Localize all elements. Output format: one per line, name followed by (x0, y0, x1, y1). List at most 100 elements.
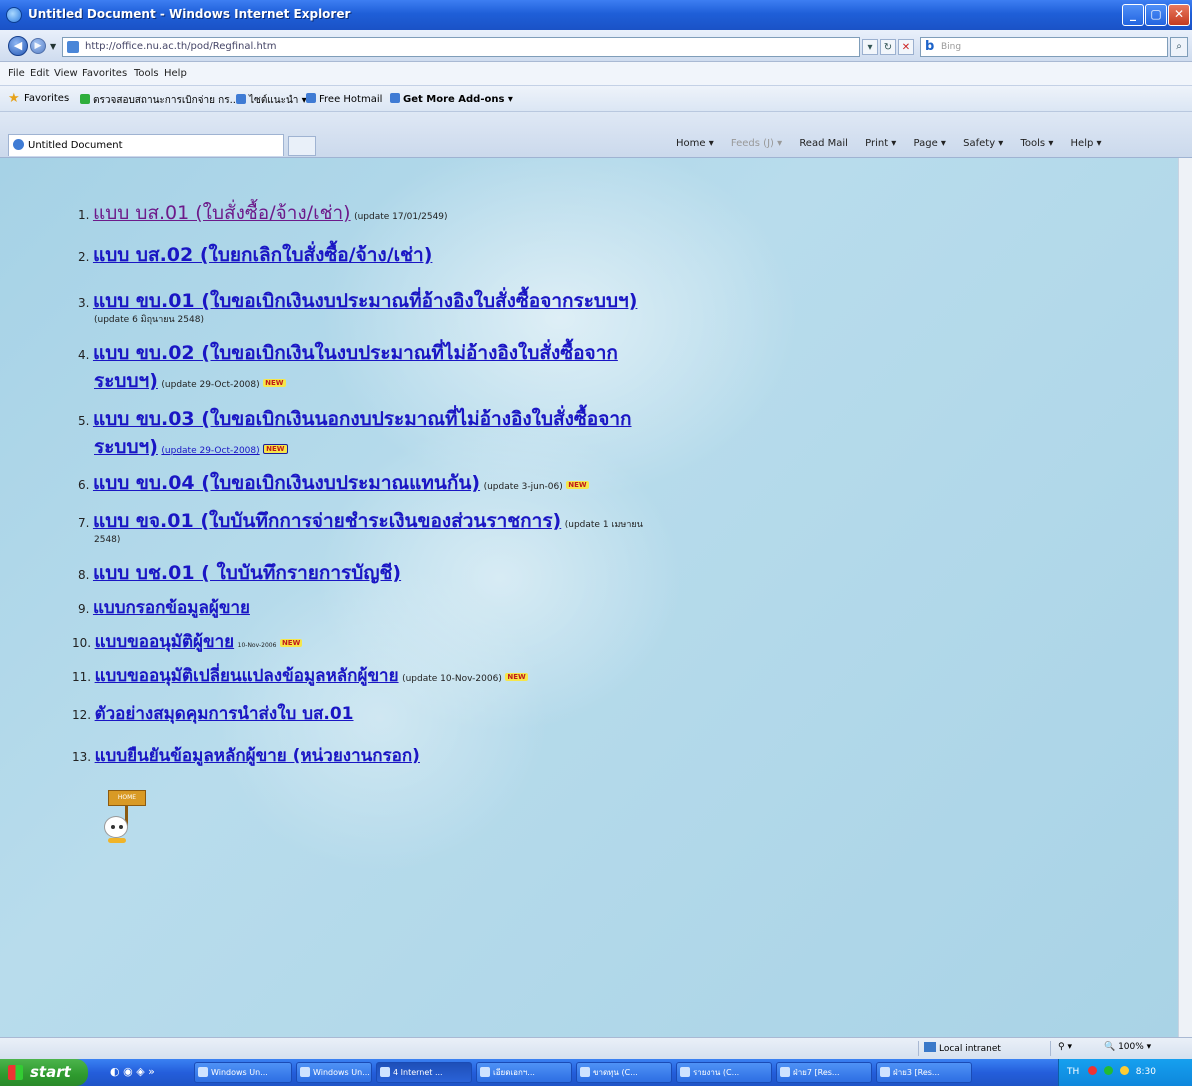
address-tools: ▾ ↻ ✕ (862, 39, 916, 55)
security-zone: Local intranet (924, 1042, 1001, 1054)
help-menu-button[interactable]: Help ▾ (1071, 138, 1102, 149)
tray-app-icon[interactable] (1088, 1066, 1098, 1075)
update-note: (update 29-Oct-2008) (161, 380, 260, 390)
favorite-link-2[interactable]: ไซต์แนะนำ ▾ (236, 93, 307, 108)
vertical-scrollbar[interactable] (1178, 158, 1192, 1037)
stop-button[interactable]: ✕ (898, 39, 914, 55)
taskbar-button[interactable]: เอียดเอกฯ... (476, 1062, 572, 1083)
close-button[interactable]: ✕ (1168, 4, 1190, 26)
tools-menu-button[interactable]: Tools ▾ (1021, 138, 1054, 149)
taskbar-button-active[interactable]: 4 Internet ... (376, 1062, 472, 1083)
list-item: 1. แบบ บส.01 (ใบสั่งซื้อ/จ้าง/เช่า) (upd… (78, 202, 448, 224)
list-item-continued: ระบบฯ) (update 29-Oct-2008) NEW (94, 366, 286, 396)
taskbar-button[interactable]: ฝ่าย3 [Res... (876, 1062, 972, 1083)
windows-flag-icon (8, 1065, 23, 1080)
form-link-kb02[interactable]: แบบ ขบ.02 (ใบขอเบิกเงินในงบประมาณที่ไม่อ… (93, 342, 618, 364)
update-note: (update 10-Nov-2006) (402, 674, 502, 684)
maximize-button[interactable]: ▢ (1145, 4, 1167, 26)
menu-file[interactable]: File (8, 68, 25, 79)
favorite-link-1[interactable]: ตรวจสอบสถานะการเบิกจ่าย กร... (80, 93, 239, 108)
tray-app-icon[interactable] (1104, 1066, 1114, 1075)
list-item: 13. แบบยืนยันข้อมูลหลักผู้ขาย (หน่วยงานก… (72, 746, 420, 766)
menu-view[interactable]: View (54, 68, 78, 79)
form-link-kb03[interactable]: แบบ ขบ.03 (ใบขอเบิกเงินนอกงบประมาณที่ไม่… (93, 408, 632, 430)
new-badge: NEW (279, 639, 303, 647)
tab-label: Untitled Document (28, 140, 123, 151)
home-mascot-icon[interactable]: HOME (104, 790, 150, 846)
form-link-vendor-change[interactable]: แบบขออนุมัติเปลี่ยนแปลงข้อมูลหลักผู้ขาย (95, 666, 399, 686)
favorite-link-4[interactable]: Get More Add-ons ▾ (390, 93, 513, 105)
taskbar-button[interactable]: ขาดทุน (C... (576, 1062, 672, 1083)
menu-edit[interactable]: Edit (30, 68, 49, 79)
menu-help[interactable]: Help (164, 68, 187, 79)
new-badge: NEW (566, 481, 589, 489)
list-item: 10. แบบขออนุมัติผู้ขาย 10-Nov-2006 NEW (72, 632, 303, 652)
menu-favorites[interactable]: Favorites (82, 68, 127, 79)
compat-view-icon[interactable]: ▾ (862, 39, 878, 55)
menu-bar: File Edit View Favorites Tools Help (0, 62, 1192, 86)
zoom-level-button[interactable]: 🔍 100% ▾ (1104, 1042, 1151, 1052)
form-link-kb01[interactable]: แบบ ขบ.01 (ใบขอเบิกเงินงบประมาณที่อ้างอิ… (93, 290, 637, 312)
form-link-kb03-cont[interactable]: ระบบฯ) (94, 436, 158, 458)
update-note: (update 6 มิถุนายน 2548) (94, 315, 204, 325)
tab-bar: Untitled Document Home ▾ Feeds (J) ▾ Rea… (0, 112, 1192, 158)
page-content: 1. แบบ บส.01 (ใบสั่งซื้อ/จ้าง/เช่า) (upd… (0, 158, 1178, 1037)
form-link-vendor-entry[interactable]: แบบกรอกข้อมูลผู้ขาย (93, 598, 250, 618)
clock[interactable]: 8:30 (1136, 1067, 1156, 1077)
new-badge: NEW (263, 444, 288, 454)
bing-icon: b (925, 39, 935, 54)
taskbar-button[interactable]: ฝ่าย7 [Res... (776, 1062, 872, 1083)
favorite-link-3[interactable]: Free Hotmail (306, 93, 382, 105)
back-button[interactable]: ◀ (8, 36, 28, 56)
list-item: 5. แบบ ขบ.03 (ใบขอเบิกเงินนอกงบประมาณที่… (78, 408, 632, 430)
minimize-button[interactable]: _ (1122, 4, 1144, 26)
recent-pages-dropdown[interactable]: ▼ (50, 42, 56, 51)
refresh-button[interactable]: ↻ (880, 39, 896, 55)
form-link-kj01[interactable]: แบบ ขจ.01 (ใบบันทึกการจ่ายชำระเงินของส่ว… (93, 510, 561, 532)
search-button[interactable]: ⌕ (1170, 37, 1188, 57)
favorite-icon (236, 94, 246, 104)
list-item: 12. ตัวอย่างสมุดคุมการนำส่งใบ บส.01 (72, 704, 354, 724)
favorites-star-icon[interactable]: ★ (8, 91, 20, 106)
new-tab-button[interactable] (288, 136, 316, 156)
form-link-bs01[interactable]: แบบ บส.01 (ใบสั่งซื้อ/จ้าง/เช่า) (93, 202, 351, 224)
form-link-vendor-approval[interactable]: แบบขออนุมัติผู้ขาย (95, 632, 235, 652)
page-menu-button[interactable]: Page ▾ (914, 138, 946, 149)
favorite-icon (306, 93, 316, 103)
language-indicator[interactable]: TH (1067, 1067, 1079, 1077)
protected-mode-button[interactable]: ⚲ ▾ (1058, 1042, 1072, 1052)
list-item: 6. แบบ ขบ.04 (ใบขอเบิกเงินงบประมาณแทนกัน… (78, 472, 589, 494)
taskbar-button[interactable]: รายงาน (C... (676, 1062, 772, 1083)
taskbar-button[interactable]: Windows Un... (194, 1062, 292, 1083)
safety-menu-button[interactable]: Safety ▾ (963, 138, 1003, 149)
address-toolbar: ◀ ▶ ▼ http://office.nu.ac.th/pod/Regfina… (0, 30, 1192, 62)
list-item: 2. แบบ บส.02 (ใบยกเลิกใบสั่งซื้อ/จ้าง/เช… (78, 244, 433, 266)
url-text[interactable]: http://office.nu.ac.th/pod/Regfinal.htm (85, 41, 276, 52)
form-link-bs02[interactable]: แบบ บส.02 (ใบยกเลิกใบสั่งซื้อ/จ้าง/เช่า) (93, 244, 432, 266)
print-button[interactable]: Print ▾ (865, 138, 896, 149)
form-link-kb04[interactable]: แบบ ขบ.04 (ใบขอเบิกเงินงบประมาณแทนกัน) (93, 472, 480, 494)
update-note[interactable]: (update 29-Oct-2008) (161, 446, 259, 456)
tab-untitled-document[interactable]: Untitled Document (8, 134, 284, 156)
address-field[interactable]: http://office.nu.ac.th/pod/Regfinal.htm (62, 37, 860, 57)
update-note: (update 3-jun-06) (483, 482, 563, 492)
favorites-button[interactable]: Favorites (24, 93, 69, 104)
home-button[interactable]: Home ▾ (676, 138, 714, 149)
form-link-kb02-cont[interactable]: ระบบฯ) (94, 370, 158, 392)
start-button[interactable]: start (0, 1059, 88, 1086)
read-mail-button[interactable]: Read Mail (799, 138, 848, 149)
form-link-vendor-confirm[interactable]: แบบยืนยันข้อมูลหลักผู้ขาย (หน่วยงานกรอก) (95, 746, 420, 766)
form-link-bc01[interactable]: แบบ บช.01 ( ใบบันทึกรายการบัญชี) (93, 562, 401, 584)
update-note: 10-Nov-2006 (237, 642, 277, 649)
search-input[interactable]: Bing (941, 42, 961, 52)
taskbar-button[interactable]: Windows Un... (296, 1062, 372, 1083)
form-link-bs01-ledger[interactable]: ตัวอย่างสมุดคุมการนำส่งใบ บส.01 (95, 704, 354, 724)
update-note: (update 1 เมษายน (564, 520, 643, 530)
tray-app-icon[interactable] (1119, 1066, 1129, 1075)
update-note: 2548) (94, 535, 121, 545)
search-box[interactable]: b Bing (920, 37, 1168, 57)
quick-launch[interactable]: ◐ ◉ ◈ » (110, 1065, 180, 1081)
feeds-button[interactable]: Feeds (J) ▾ (731, 138, 782, 149)
menu-tools[interactable]: Tools (134, 68, 159, 79)
forward-button[interactable]: ▶ (30, 38, 46, 54)
